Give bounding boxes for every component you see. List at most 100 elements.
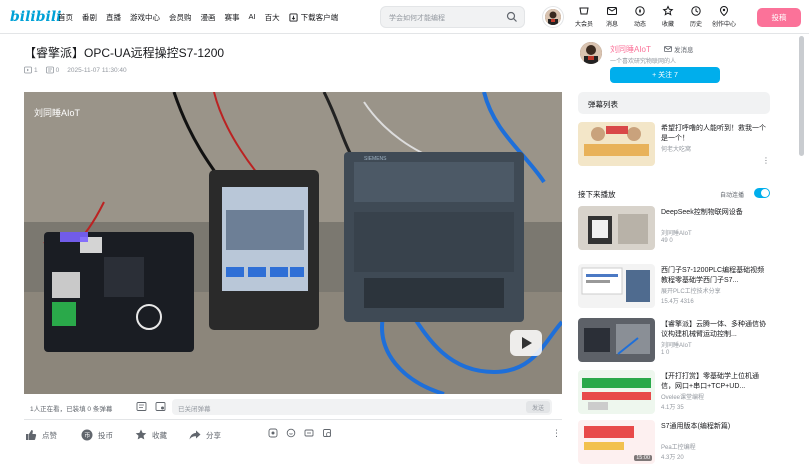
rec-up: 何老大吃窝 bbox=[661, 147, 692, 153]
nav-game-center[interactable]: 游戏中心 bbox=[130, 12, 160, 23]
download-client-link[interactable]: 下载客户端 bbox=[289, 12, 338, 23]
rec-up: 展开PLC工控技术分享 bbox=[661, 289, 721, 295]
nav-live[interactable]: 直播 bbox=[106, 12, 121, 23]
weibo-icon[interactable] bbox=[304, 428, 314, 438]
rec-thumbnail bbox=[578, 370, 655, 414]
favorite-label: 收藏 bbox=[152, 430, 167, 440]
coin-icon: 币 bbox=[81, 429, 93, 441]
autoplay-toggle-label: 自动连播 bbox=[720, 193, 745, 199]
like-button[interactable]: 点赞 bbox=[24, 428, 57, 442]
star-icon bbox=[135, 429, 147, 440]
rec-thumbnail bbox=[578, 122, 655, 166]
nav-vip-shop[interactable]: 会员购 bbox=[169, 12, 192, 23]
follow-button[interactable]: + 关注 7 bbox=[610, 67, 720, 83]
coin-label: 投币 bbox=[98, 430, 113, 440]
more-options-icon[interactable]: ⋮ bbox=[762, 156, 770, 165]
creator-icon bbox=[719, 5, 729, 17]
share-targets bbox=[268, 428, 332, 438]
rec-stats: 49 0 bbox=[661, 238, 673, 244]
rec-title: 【开打打赏】零基础学上位机通信，网口+串口+TCP+UD... bbox=[661, 373, 759, 390]
danmaku-placeholder: 已关闭弹幕 bbox=[178, 406, 211, 413]
rec-title: DeepSeek控制物联网设备 bbox=[661, 209, 743, 216]
danmaku-count: 0 bbox=[45, 66, 60, 74]
search-placeholder: 学会如何才能编程 bbox=[389, 15, 445, 22]
rec-up: Pea工控编程 bbox=[661, 445, 696, 451]
share-label: 分享 bbox=[206, 430, 221, 440]
rec-card[interactable]: 【睿擎派】云腾一体、多种通信协议构建机械臂运动控制... 刘同睡AIoT 1 0 bbox=[578, 318, 770, 362]
danmaku-bar: 1人正在看，已装填 0 条弹幕 已关闭弹幕 发送 bbox=[24, 394, 562, 420]
mail-icon bbox=[664, 46, 672, 52]
up-avatar[interactable] bbox=[580, 42, 602, 64]
bilibili-logo[interactable]: bilibili bbox=[10, 9, 62, 25]
vip-entry[interactable]: 大会员 bbox=[570, 5, 598, 28]
more-options-icon[interactable]: ⋮ bbox=[552, 428, 561, 439]
view-count: 1 bbox=[24, 66, 38, 74]
share-button[interactable]: 分享 bbox=[188, 428, 221, 442]
rec-title: 希望打呼噜的人能听到！救我一个是一个！ bbox=[661, 125, 766, 142]
history-entry[interactable]: 历史 bbox=[682, 5, 710, 28]
rec-card[interactable]: 15:00 S7通用版本(编程新篇) Pea工控编程 4.3万 20 bbox=[578, 420, 770, 464]
qq-icon[interactable] bbox=[286, 428, 296, 438]
danmaku-controls bbox=[136, 401, 166, 412]
star-icon bbox=[662, 5, 674, 16]
vip-icon bbox=[579, 7, 589, 15]
message-label: 消息 bbox=[605, 22, 618, 28]
report-icon[interactable] bbox=[322, 428, 332, 438]
danmaku-send-button[interactable]: 发送 bbox=[526, 401, 550, 413]
autoplay-row: 接下来播放 自动连播 bbox=[578, 187, 770, 201]
video-player[interactable]: SIEMENS 刘同睡AIoT bbox=[24, 92, 562, 394]
message-icon bbox=[607, 7, 617, 15]
dynamic-icon bbox=[635, 6, 645, 16]
nav-top100[interactable]: 百大 bbox=[265, 12, 280, 23]
follow-label: + 关注 7 bbox=[652, 72, 678, 79]
message-entry[interactable]: 消息 bbox=[598, 5, 626, 28]
top-nav: 首页 番剧 直播 游戏中心 会员购 漫画 赛事 AI 百大 下载客户端 bbox=[58, 12, 347, 23]
download-icon bbox=[289, 13, 298, 22]
upload-label: 投稿 bbox=[771, 13, 787, 22]
nav-esports[interactable]: 赛事 bbox=[225, 12, 240, 23]
danmaku-count-value: 0 bbox=[55, 66, 60, 74]
rec-card[interactable]: DeepSeek控制物联网设备 刘同睡AIoT 49 0 bbox=[578, 206, 770, 250]
rec-thumbnail: 15:00 bbox=[578, 420, 655, 464]
nav-manga[interactable]: 漫画 bbox=[201, 12, 216, 23]
video-watermark: 刘同睡AIoT bbox=[34, 107, 81, 118]
danmaku-list-panel[interactable]: 弹幕列表 ⌄ bbox=[578, 92, 770, 114]
coin-button[interactable]: 币 投币 bbox=[80, 428, 113, 442]
rec-card[interactable]: 西门子S7-1200PLC编程基础视频教程零基础学西门子S7... 展开PLC工… bbox=[578, 264, 770, 308]
rec-stats: 1 0 bbox=[661, 350, 670, 356]
page-scrollbar[interactable] bbox=[799, 36, 804, 156]
creator-entry[interactable]: 创作中心 bbox=[710, 5, 738, 28]
search-box[interactable]: 学会如何才能编程 bbox=[380, 6, 525, 28]
tv-logo-icon bbox=[510, 330, 542, 356]
search-icon[interactable] bbox=[506, 11, 518, 23]
danmaku-settings-icon[interactable] bbox=[155, 401, 166, 412]
rec-stats: 4.1万 35 bbox=[661, 405, 684, 411]
autoplay-toggle[interactable] bbox=[754, 188, 770, 198]
rec-card[interactable]: 【开打打赏】零基础学上位机通信，网口+串口+TCP+UD... Ovelee课堂… bbox=[578, 370, 770, 414]
rec-card-featured[interactable]: 希望打呼噜的人能听到！救我一个是一个！ 何老大吃窝 bbox=[578, 122, 770, 166]
send-message-link[interactable]: 发消息 bbox=[664, 44, 694, 54]
danmaku-send-label: 发送 bbox=[531, 405, 544, 412]
favorite-entry[interactable]: 收藏 bbox=[654, 5, 682, 28]
video-title: 【睿擎派】OPC-UA远程操控S7-1200 bbox=[24, 46, 225, 60]
autoplay-title: 接下来播放 bbox=[578, 190, 616, 199]
dynamic-entry[interactable]: 动态 bbox=[626, 5, 654, 28]
wechat-icon[interactable] bbox=[268, 428, 278, 438]
top-icon-group: 大会员 消息 动态 收藏 历史 创作中心 bbox=[570, 5, 738, 28]
vip-label: 大会员 bbox=[574, 22, 593, 28]
up-name[interactable]: 刘同睡AIoT bbox=[610, 44, 651, 55]
nav-home[interactable]: 首页 bbox=[58, 12, 73, 23]
creator-label: 创作中心 bbox=[711, 22, 736, 28]
rec-stats: 4.3万 20 bbox=[661, 455, 684, 461]
rec-duration: 15:00 bbox=[634, 455, 652, 461]
rec-stats: 15.4万 4316 bbox=[661, 299, 694, 305]
favorite-button[interactable]: 收藏 bbox=[134, 428, 167, 442]
up-description: 一个喜欢研究物联网的人 bbox=[610, 59, 677, 65]
nav-ai[interactable]: AI bbox=[249, 12, 256, 23]
user-avatar[interactable] bbox=[543, 7, 563, 27]
danmaku-input[interactable]: 已关闭弹幕 发送 bbox=[172, 399, 552, 415]
nav-anime[interactable]: 番剧 bbox=[82, 12, 97, 23]
danmaku-toggle-icon[interactable] bbox=[136, 401, 147, 412]
play-count-icon bbox=[24, 66, 32, 74]
upload-button[interactable]: 投稿 bbox=[757, 8, 801, 27]
